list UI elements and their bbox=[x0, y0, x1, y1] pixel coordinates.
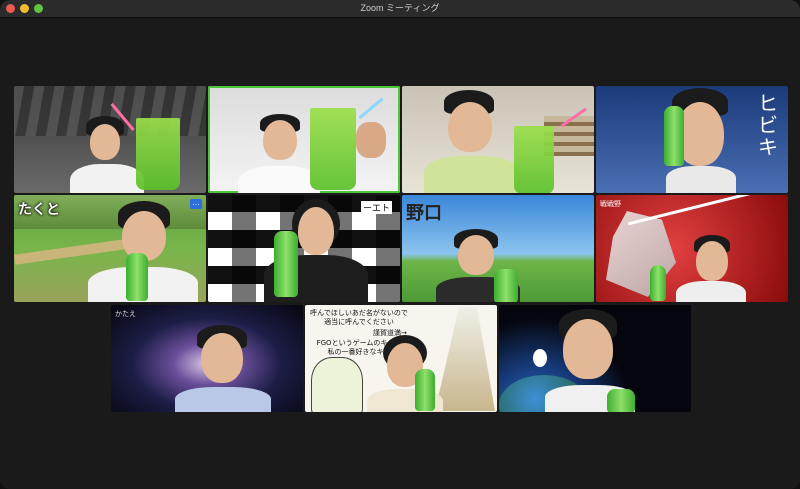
melon-soda-bottle bbox=[494, 269, 518, 302]
snowman-figure bbox=[533, 349, 547, 367]
video-tile-9[interactable]: かたえ bbox=[111, 305, 303, 412]
speech-line-1: 呼んでほしいあだ名がないので bbox=[310, 309, 408, 317]
video-tile-6[interactable]: ーエト bbox=[208, 195, 400, 302]
melon-soda-bottle bbox=[607, 389, 635, 412]
participant-face bbox=[201, 333, 243, 383]
participant-face bbox=[696, 241, 728, 281]
more-options-button[interactable]: … bbox=[190, 199, 202, 209]
participant-name: ヒビキ bbox=[758, 91, 778, 159]
zoom-window: Zoom ミーティング ヒビキ たくと … ーエト 野口 戦戦野 かたえ 呼んで… bbox=[0, 0, 800, 489]
hand bbox=[356, 122, 386, 158]
melon-soda-bottle bbox=[126, 253, 148, 301]
window-title: Zoom ミーティング bbox=[360, 3, 440, 13]
video-tile-2[interactable] bbox=[208, 86, 400, 193]
straw bbox=[358, 97, 384, 120]
participant-badge: かたえ bbox=[115, 311, 136, 318]
anime-character bbox=[435, 307, 495, 411]
participant-face bbox=[263, 120, 297, 160]
melon-soda-bottle bbox=[415, 369, 435, 411]
title-bar: Zoom ミーティング bbox=[0, 0, 800, 18]
cartoon-character bbox=[311, 357, 363, 412]
video-tile-4[interactable]: ヒビキ bbox=[596, 86, 788, 193]
participant-face bbox=[90, 124, 120, 160]
melon-soda-bottle bbox=[274, 231, 298, 297]
participant-body bbox=[666, 166, 736, 193]
video-tile-1[interactable] bbox=[14, 86, 206, 193]
participant-face bbox=[563, 319, 613, 379]
video-tile-3[interactable] bbox=[402, 86, 594, 193]
melon-soda-cup bbox=[136, 118, 180, 190]
participant-face bbox=[298, 207, 334, 255]
banner-text: 戦戦野 bbox=[600, 201, 621, 208]
participant-body bbox=[70, 164, 144, 193]
participant-body bbox=[676, 281, 746, 302]
gallery-view: ヒビキ たくと … ーエト 野口 戦戦野 かたえ 呼んでほしいあだ名がないので … bbox=[0, 18, 800, 489]
banner-text: ーエト bbox=[360, 201, 392, 214]
participant-face bbox=[448, 102, 492, 152]
video-tile-8[interactable]: 戦戦野 bbox=[596, 195, 788, 302]
participant-body bbox=[238, 166, 320, 193]
melon-soda-cup bbox=[514, 126, 554, 193]
video-tile-11[interactable] bbox=[499, 305, 691, 412]
participant-name: たくと bbox=[18, 201, 60, 217]
melon-soda-bottle bbox=[650, 265, 666, 301]
participant-face bbox=[458, 235, 494, 275]
melon-soda-bottle bbox=[664, 106, 684, 166]
melon-soda-cup bbox=[310, 108, 356, 190]
speech-line-2: 適当に呼んでください bbox=[324, 318, 394, 326]
video-tile-10[interactable]: 呼んでほしいあだ名がないので 適当に呼んでください 謹賀道満→ FGOというゲー… bbox=[305, 305, 497, 412]
video-tile-5[interactable]: たくと … bbox=[14, 195, 206, 302]
participant-name: 野口 bbox=[406, 203, 442, 223]
participant-body bbox=[424, 156, 520, 193]
participant-body bbox=[175, 387, 271, 412]
video-tile-7[interactable]: 野口 bbox=[402, 195, 594, 302]
